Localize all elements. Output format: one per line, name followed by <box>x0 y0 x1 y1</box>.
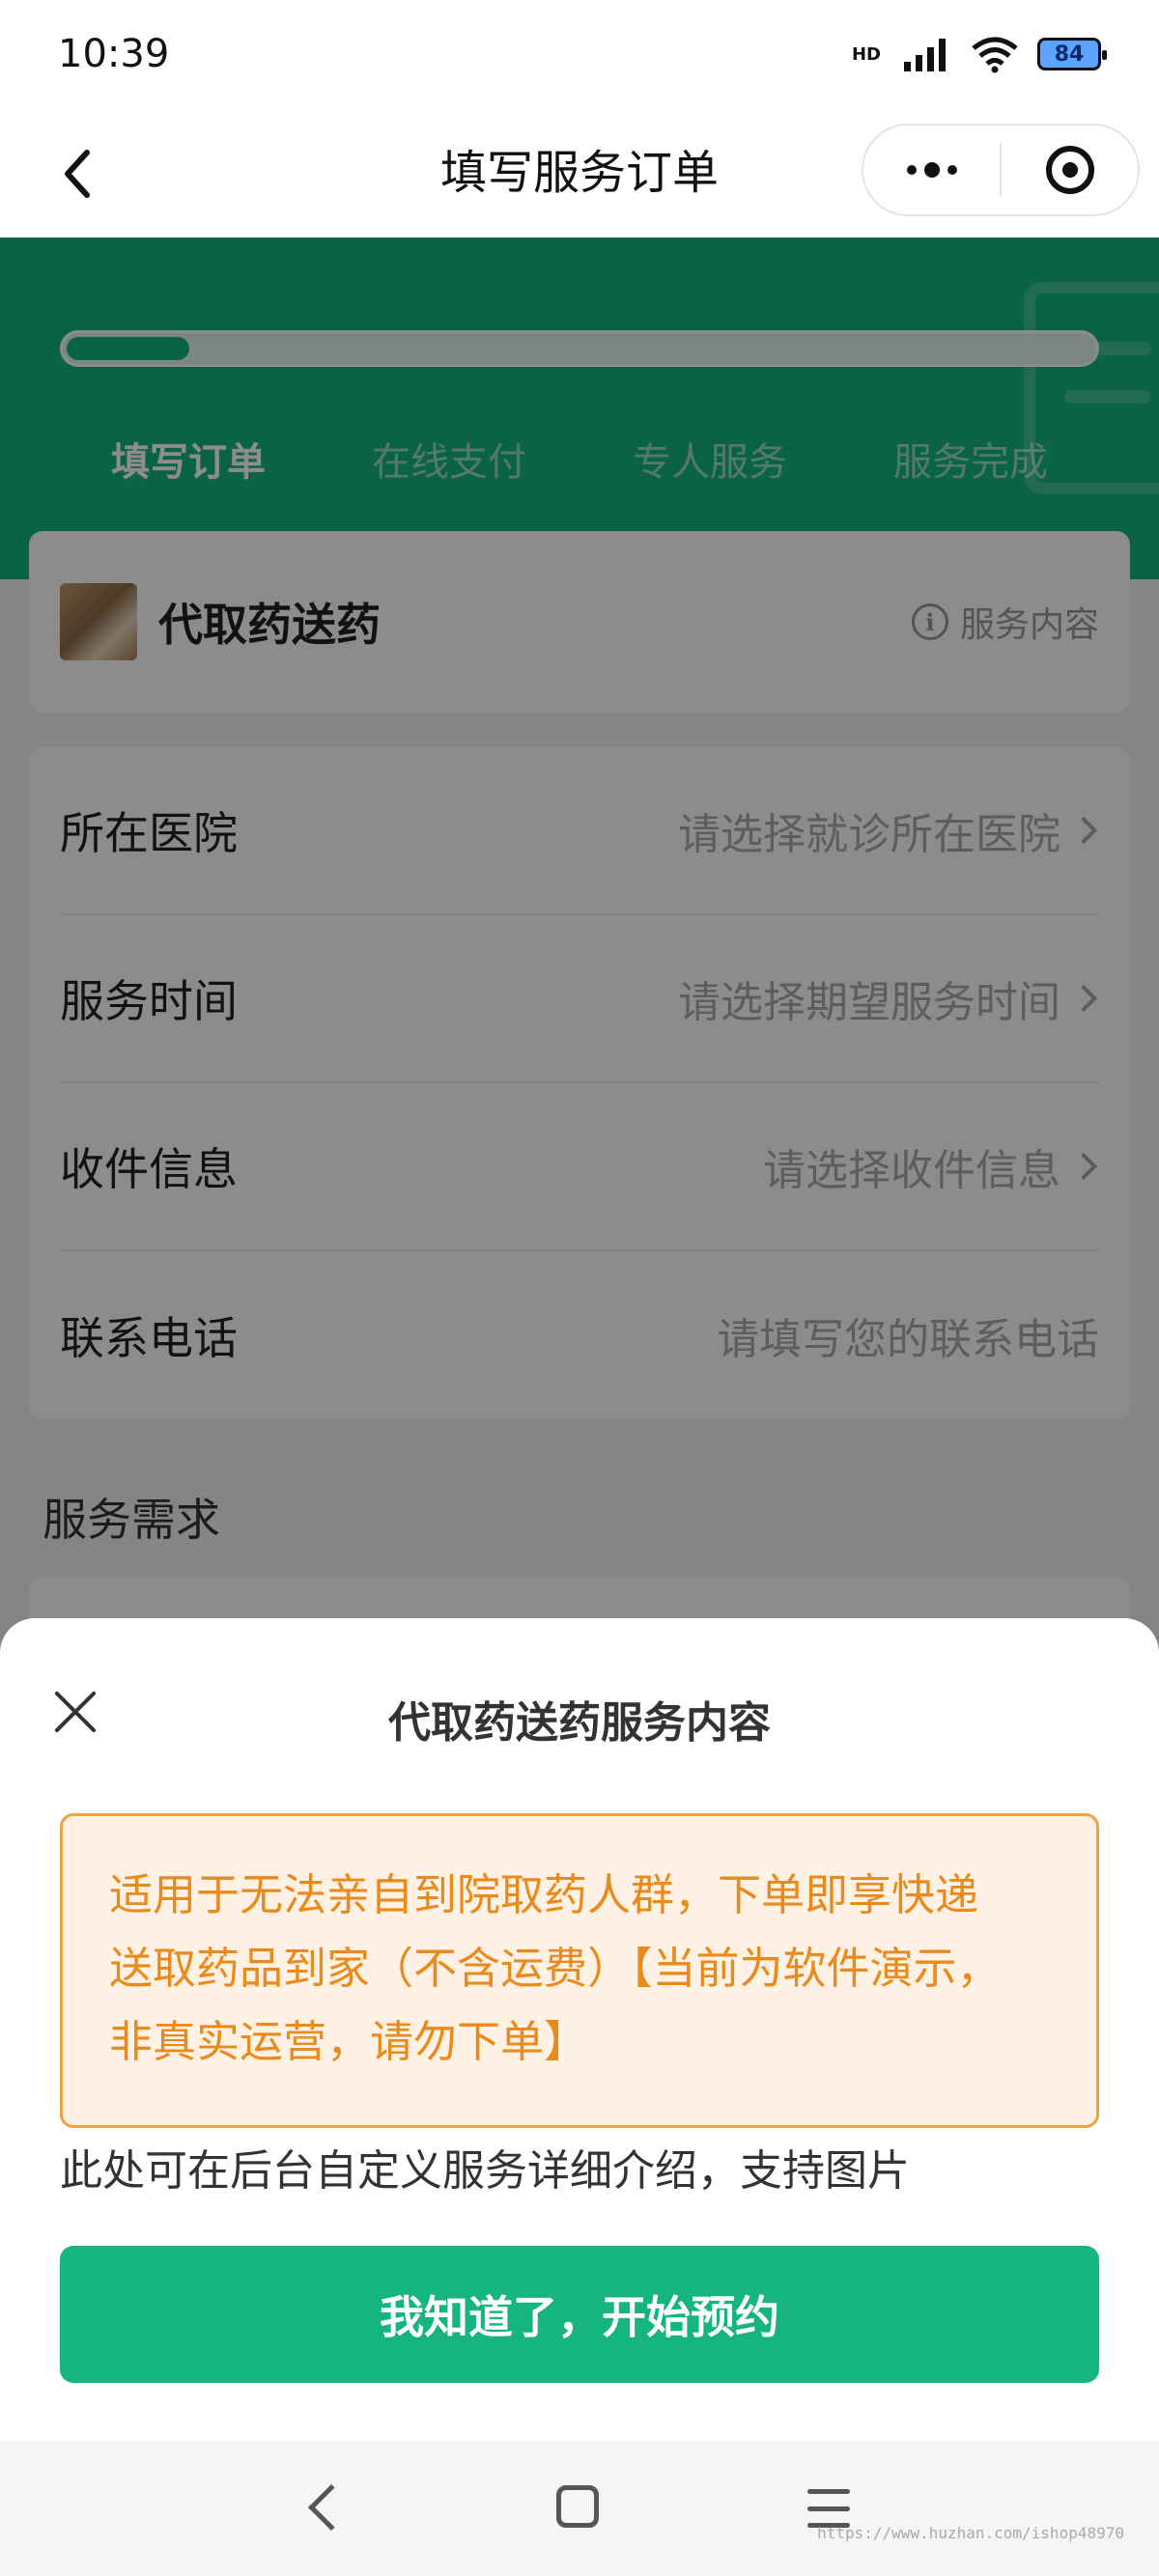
system-back-icon[interactable] <box>307 2483 355 2532</box>
hd-badge: HD <box>851 43 881 65</box>
service-content-sheet: 代取药送药服务内容 适用于无法亲自到院取药人群，下单即享快递 送取药品到家（不含… <box>0 1618 1159 2441</box>
mini-program-capsule <box>862 124 1140 216</box>
back-button[interactable] <box>39 135 116 212</box>
app-root: 10:39 HD 84 填写服务订单 填写订单 在线支付 专人服务 服务完成 代… <box>0 0 1159 2576</box>
nav-bar: 填写服务订单 <box>0 108 1159 238</box>
watermark: https://www.huzhan.com/ishop48970 <box>817 2524 1124 2542</box>
close-mini-program-button[interactable] <box>1002 126 1138 214</box>
system-menu-icon[interactable] <box>807 2489 850 2528</box>
system-nav-bar: https://www.huzhan.com/ishop48970 <box>0 2441 1159 2576</box>
notice-line: 送取药品到家（不含运费）【当前为软件演示， <box>109 1943 1001 1994</box>
system-home-icon[interactable] <box>556 2485 599 2528</box>
sheet-description: 此处可在后台自定义服务详细介绍，支持图片 <box>60 2146 910 2196</box>
more-button[interactable] <box>863 126 1000 214</box>
back-chevron-icon <box>65 150 90 198</box>
notice-box: 适用于无法亲自到院取药人群，下单即享快递 送取药品到家（不含运费）【当前为软件演… <box>60 1813 1099 2128</box>
notice-line: 非真实运营，请勿下单】 <box>109 2016 588 2067</box>
notice-line: 适用于无法亲自到院取药人群，下单即享快递 <box>109 1869 979 1920</box>
wifi-icon <box>972 37 1018 73</box>
target-circle-icon <box>1045 146 1094 194</box>
battery-icon: 84 <box>1037 38 1107 70</box>
status-bar: 10:39 HD 84 <box>0 0 1159 108</box>
signal-icon <box>904 39 946 71</box>
sheet-title: 代取药送药服务内容 <box>388 1698 771 1748</box>
start-booking-button[interactable]: 我知道了，开始预约 <box>60 2246 1099 2383</box>
status-time: 10:39 <box>58 32 170 76</box>
status-icons: HD 84 <box>851 35 1107 73</box>
more-dots-icon <box>906 162 957 178</box>
